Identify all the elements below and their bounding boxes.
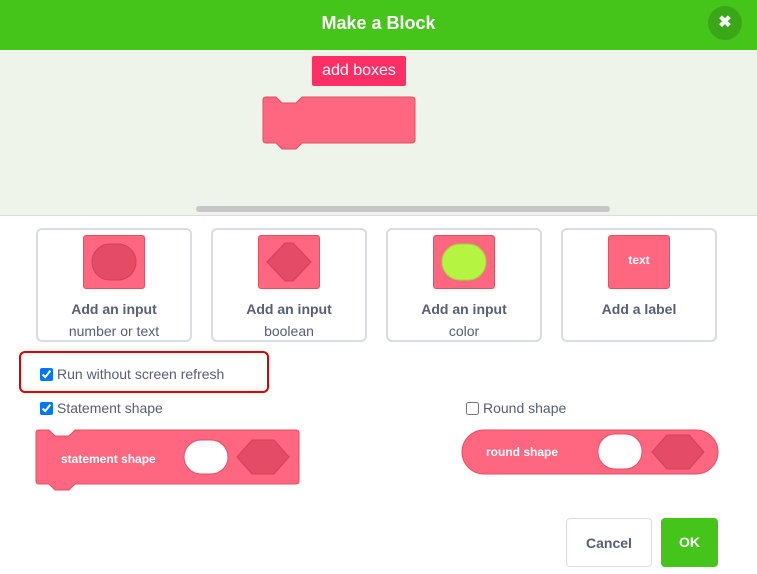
run-without-refresh-checkbox[interactable] (40, 368, 53, 381)
option-title: Add an input (246, 301, 332, 317)
ok-button[interactable]: OK (661, 518, 718, 567)
label-icon: text (608, 235, 670, 289)
dialog-header: Make a Block ✖ (0, 0, 757, 50)
option-title: Add a label (601, 301, 677, 317)
add-number-text-input-option[interactable]: Add an input number or text (36, 228, 192, 342)
statement-shape-checkbox-row[interactable]: Statement shape (40, 400, 163, 418)
custom-block-preview (262, 96, 416, 150)
cancel-button[interactable]: Cancel (566, 518, 652, 567)
option-subtitle: number or text (68, 323, 160, 339)
round-shape-checkbox[interactable] (466, 402, 479, 415)
color-input-icon (433, 235, 495, 289)
close-button[interactable]: ✖ (708, 6, 742, 40)
statement-shape-checkbox[interactable] (40, 402, 53, 415)
oval-input-slot-icon (597, 433, 643, 470)
round-shape-text: round shape (486, 445, 558, 459)
boolean-input-icon (258, 235, 320, 289)
statement-shape-text: statement shape (61, 452, 156, 466)
round-shape-preview[interactable]: round shape (461, 429, 720, 475)
option-subtitle: color (448, 323, 480, 339)
option-title: Add an input (421, 301, 507, 317)
number-text-input-icon (83, 235, 145, 289)
round-shape-checkbox-row[interactable]: Round shape (466, 400, 566, 418)
close-icon: ✖ (718, 14, 732, 31)
option-subtitle: boolean (264, 323, 314, 339)
label-icon-text: text (628, 253, 650, 267)
option-title: Add an input (71, 301, 157, 317)
add-color-input-option[interactable]: Add an input color (386, 228, 542, 342)
round-shape-label: Round shape (483, 400, 567, 416)
statement-shape-label: Statement shape (57, 400, 163, 416)
dialog-title: Make a Block (321, 13, 436, 33)
oval-input-slot-icon (183, 439, 229, 475)
run-without-refresh-checkbox-row[interactable]: Run without screen refresh (40, 366, 224, 384)
statement-shape-preview[interactable]: statement shape (35, 429, 301, 495)
add-label-option[interactable]: text Add a label (561, 228, 717, 342)
add-boolean-input-option[interactable]: Add an input boolean (211, 228, 367, 342)
run-without-refresh-label: Run without screen refresh (57, 366, 225, 382)
block-name-input[interactable] (312, 56, 406, 86)
preview-scrollbar[interactable] (196, 206, 610, 212)
